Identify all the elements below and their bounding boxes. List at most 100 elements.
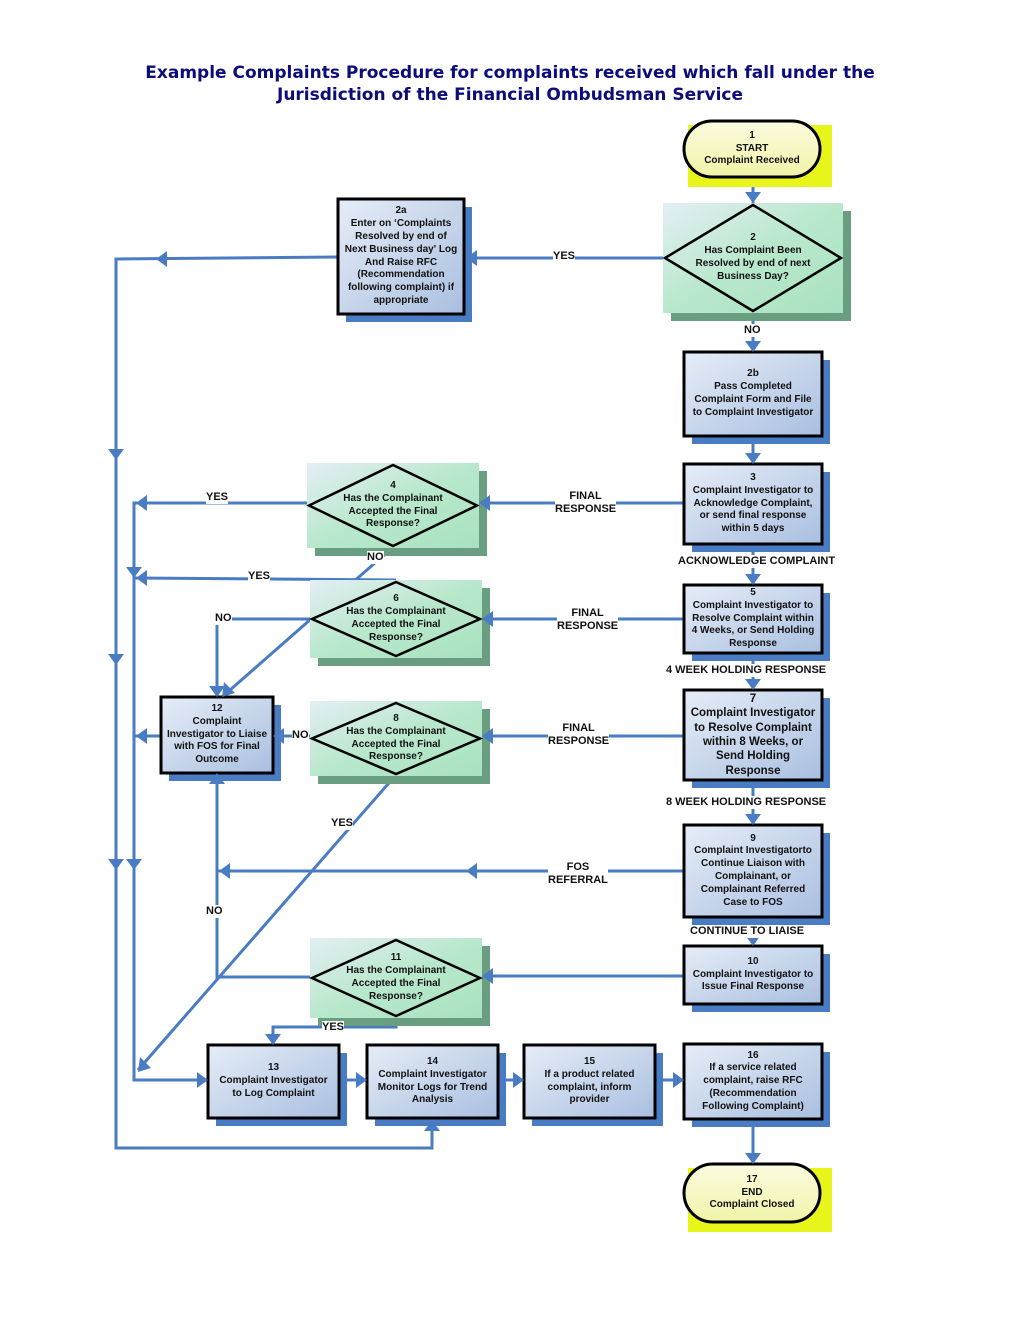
node-n11-text: 11 Has the Complainant Accepted the Final R…: [346, 938, 446, 1018]
node-text-line: Analysis: [411, 1094, 454, 1106]
edge-label-n3-ack: ACKNOWLEDGE COMPLAINT: [678, 555, 836, 568]
node-text-line: complaint, raise RFC: [703, 1075, 803, 1087]
arrowhead: [219, 863, 230, 879]
node-text-line: Accepted the Final: [351, 738, 441, 750]
node-text-line: to Complaint Investigator: [692, 406, 814, 418]
node-text-line: Complaint Closed: [709, 1199, 795, 1211]
edge-label-line: FINAL: [562, 722, 595, 734]
arrowhead: [108, 449, 124, 460]
node-text-line: Complaint Investigator: [219, 1075, 328, 1087]
node-text-line: Complaint Investigator to: [692, 968, 814, 980]
node-text-line: with FOS for Final: [174, 741, 260, 753]
node-text-line: Has Complaint Been: [704, 245, 802, 257]
node-n17-text: 17 END Complaint Closed: [686, 1164, 818, 1222]
arrowhead: [745, 574, 761, 585]
arrowhead: [136, 495, 147, 511]
node-text-line: Has the Complainant: [346, 965, 446, 977]
node-text-line: 4 Weeks, or Send Holding: [691, 625, 815, 637]
node-text-line: Complaint Received: [704, 155, 800, 167]
arrowhead: [222, 682, 235, 697]
arrowhead: [745, 453, 761, 464]
node-text-line: Pass Completed: [714, 381, 792, 393]
connector-line: [215, 773, 310, 979]
node-text-line: complaint, inform: [547, 1081, 632, 1093]
node-text-line: Complainant, or: [714, 871, 792, 882]
node-text-line: Resolved by end of next: [695, 258, 811, 269]
edge-label-line: RESPONSE: [557, 620, 619, 632]
node-text-line: within 8 Weeks, or: [702, 736, 804, 748]
arrowhead: [745, 192, 761, 203]
node-text-line: Accepted the Final: [348, 505, 438, 517]
node-number: 2a: [395, 205, 407, 217]
edge-label-line: FOS: [566, 861, 590, 873]
node-number: 9: [750, 832, 756, 844]
edge-label-line: FINAL: [569, 490, 602, 502]
node-number: 11: [390, 952, 402, 964]
edge-label-n4-yes: YES: [206, 491, 229, 504]
node-text-line: Investigator to Liaise: [166, 728, 268, 740]
node-n10-text: 10 Complaint Investigator to Issue Final R…: [686, 946, 820, 1004]
node-n12-text: 12 Complaint Investigator to Liaise with FO…: [163, 697, 271, 773]
edge-label-n7-final: FINAL RESPONSE: [548, 722, 610, 748]
node-number: 10: [747, 955, 759, 967]
node-number: 16: [747, 1049, 759, 1061]
edge-label-n2-yes: YES: [553, 250, 576, 263]
node-n7-text: 7 Complaint Investigator to Resolve Compla…: [686, 690, 820, 780]
node-n4-text: 4 Has the Complainant Accepted the Final Re…: [343, 463, 443, 548]
node-n16-text: 16 If a service related complaint, raise R…: [686, 1044, 820, 1119]
node-text-line: Accepted the Final: [351, 978, 441, 989]
node-text-line: Outcome: [195, 754, 239, 766]
node-text-line: Complaint Investigator to: [692, 484, 814, 496]
node-text-line: Complaint: [192, 715, 242, 727]
edge-label-n11-yes: YES: [322, 1021, 345, 1034]
node-text-line: Response?: [366, 518, 420, 530]
node-text-line: provider: [569, 1094, 610, 1106]
node-text-line: Response?: [369, 990, 423, 1002]
node-text-line: Business Day?: [717, 270, 789, 282]
node-number: 17: [746, 1173, 758, 1185]
node-number: 13: [267, 1062, 280, 1074]
arrowhead: [356, 1072, 367, 1088]
node-number: 12: [211, 703, 223, 714]
edge-label-n11-no: NO: [206, 905, 223, 918]
node-text-line: Response: [725, 764, 781, 777]
flowchart-canvas: [108, 119, 851, 1232]
node-number: 14: [426, 1055, 439, 1067]
node-text-line: following complaint) if: [347, 282, 455, 294]
node-text-line: If a product related: [544, 1068, 635, 1080]
node-number: 2: [750, 232, 756, 244]
edge-label-n6-no: NO: [215, 612, 232, 625]
node-n8-text: 8 Has the Complainant Accepted the Final Re…: [346, 701, 446, 776]
node-number: 6: [393, 593, 399, 605]
node-text-line: Has the Complainant: [343, 492, 443, 504]
node-text-line: (Recommendation: [357, 269, 445, 281]
node-n6-text: 6 Has the Complainant Accepted the Final Re…: [346, 580, 446, 658]
node-text-line: Response?: [369, 631, 423, 643]
arrowhead: [126, 859, 142, 870]
node-n2a-text: 2a Enter on ‘Complaints Resolved by end of…: [340, 199, 462, 314]
node-text-line: Acknowledge Complaint,: [693, 497, 813, 509]
edge-label-line: RESPONSE: [548, 735, 610, 747]
node-n2-text: 2 Has Complaint Been Resolved by end of ne…: [695, 203, 810, 313]
node-text-line: Continue Liaison with: [701, 858, 805, 870]
node-text-line: or send final response: [699, 510, 807, 522]
node-text-line: Complaint Investigator: [690, 707, 816, 720]
node-text-line: Monitor Logs for Trend: [377, 1081, 488, 1093]
edge-label-n9-fos: FOS REFERRAL: [548, 861, 608, 887]
node-number: 8: [393, 712, 399, 724]
edge-label-n8-yes: YES: [331, 817, 354, 830]
edge-label-n4-no: NO: [367, 551, 384, 564]
node-text-line: Complainant Referred: [700, 883, 806, 895]
node-text-line: START: [735, 142, 769, 154]
node-text-line: Complaint Investigator: [378, 1068, 487, 1080]
arrowhead: [265, 1034, 281, 1045]
arrowhead: [745, 814, 761, 825]
node-n9-text: 9 Complaint Investigatorto Continue Liaiso…: [686, 825, 820, 917]
node-text-line: Next Business day' Log: [344, 243, 458, 255]
node-number: 2b: [747, 368, 759, 380]
node-text-line: Send Holding: [715, 750, 791, 763]
arrowhead: [197, 1072, 208, 1088]
node-text-line: Complaint Investigatorto: [694, 845, 812, 857]
connector-line: [132, 501, 307, 1082]
node-text-line: Enter on ‘Complaints: [350, 218, 452, 230]
